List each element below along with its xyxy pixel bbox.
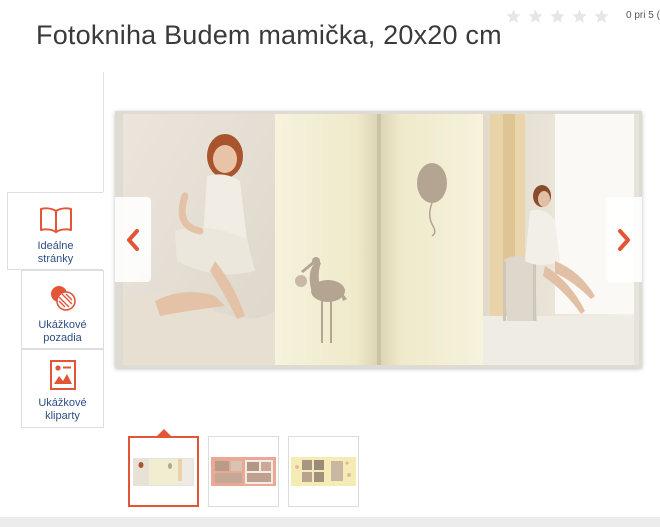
- tab-label: kliparty: [45, 410, 80, 422]
- tab-label: stránky: [37, 253, 74, 265]
- background-icon: [50, 286, 76, 311]
- star-icon[interactable]: [505, 8, 522, 25]
- chevron-left-icon: [127, 228, 139, 251]
- tab-sample-backgrounds[interactable]: Ukážkové pozadia: [21, 270, 104, 349]
- tab-label: pozadia: [43, 332, 82, 344]
- star-icon[interactable]: [527, 8, 544, 25]
- right-page-cream: [381, 114, 483, 365]
- photobook-spread-preview: [115, 111, 642, 368]
- clipart-icon: [49, 360, 76, 390]
- tab-sample-cliparts[interactable]: Ukážkové kliparty: [21, 349, 104, 428]
- star-icon[interactable]: [571, 8, 588, 25]
- tab-label: Ukážkové: [38, 319, 87, 331]
- page-bottom-bar: [0, 517, 660, 527]
- thumbnail-spread-3[interactable]: [288, 436, 359, 507]
- thumbnail-spread-1[interactable]: [128, 436, 199, 507]
- book-icon: [39, 207, 72, 233]
- thumbnail-spread-2[interactable]: [208, 436, 279, 507]
- tab-label: Ideálne: [37, 240, 74, 252]
- rating-stars[interactable]: [505, 8, 610, 25]
- prev-spread-button[interactable]: [115, 197, 151, 282]
- star-icon[interactable]: [593, 8, 610, 25]
- product-title: Fotokniha Budem mamička, 20x20 cm: [36, 20, 502, 51]
- next-spread-button[interactable]: [606, 197, 642, 282]
- tab-label: Ukážkové: [38, 397, 87, 409]
- rating-count[interactable]: 0 pri 5 (: [626, 10, 660, 21]
- star-icon[interactable]: [549, 8, 566, 25]
- divider: [103, 72, 104, 192]
- tab-ideal-pages[interactable]: Ideálne stránky: [7, 192, 103, 270]
- left-page-cream: [275, 114, 377, 365]
- chevron-right-icon: [618, 228, 630, 251]
